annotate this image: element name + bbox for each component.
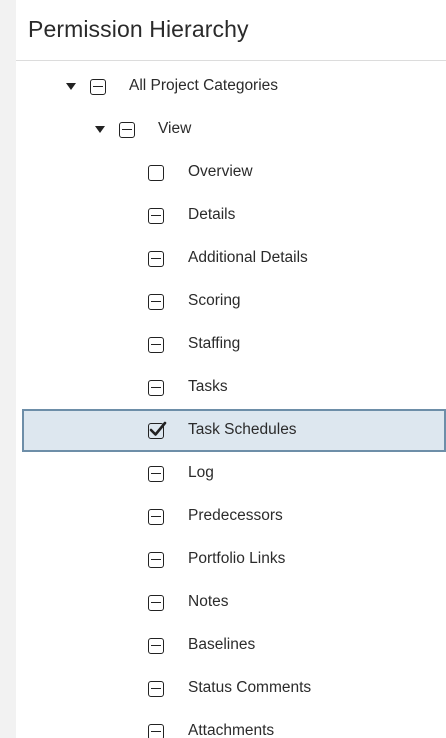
tree-leaf-label: Baselines — [188, 636, 256, 653]
tree-node-view[interactable]: View — [16, 108, 446, 151]
tree-node-all-project-categories[interactable]: All Project Categories — [16, 65, 446, 108]
partial-checkbox-icon[interactable] — [148, 294, 164, 310]
tree-node-label: View — [158, 120, 192, 137]
tree-leaf-label: Overview — [188, 163, 253, 180]
tree-leaf-label: Details — [188, 206, 236, 223]
partial-checkbox-icon[interactable] — [148, 337, 164, 353]
tree-leaf-overview[interactable]: Overview — [16, 151, 446, 194]
tree-leaf-label: Tasks — [188, 378, 228, 395]
tree-leaf-attachments[interactable]: Attachments — [16, 710, 446, 738]
partial-checkbox-icon[interactable] — [148, 638, 164, 654]
partial-checkbox-icon[interactable] — [148, 509, 164, 525]
tree-leaf-label: Staffing — [188, 335, 241, 352]
tree-leaf-label: Portfolio Links — [188, 550, 286, 567]
partial-checkbox-icon[interactable] — [90, 79, 106, 95]
tree-leaf-label: Status Comments — [188, 679, 312, 696]
tree-leaf-notes[interactable]: Notes — [16, 581, 446, 624]
caret-down-icon[interactable] — [95, 126, 105, 133]
tree-node-label: All Project Categories — [129, 77, 279, 94]
tree-leaf-label: Scoring — [188, 292, 241, 309]
partial-checkbox-icon[interactable] — [148, 724, 164, 738]
partial-checkbox-icon[interactable] — [148, 208, 164, 224]
tree-leaf-label: Task Schedules — [188, 421, 297, 438]
tree-leaf-status-comments[interactable]: Status Comments — [16, 667, 446, 710]
partial-checkbox-icon[interactable] — [148, 681, 164, 697]
tree-leaf-label: Log — [188, 464, 214, 481]
permission-hierarchy-panel: Permission Hierarchy All Project Categor… — [16, 0, 446, 738]
tree-leaf-tasks[interactable]: Tasks — [16, 366, 446, 409]
panel-header: Permission Hierarchy — [16, 0, 446, 61]
partial-checkbox-icon[interactable] — [148, 595, 164, 611]
tree-leaf-predecessors[interactable]: Predecessors — [16, 495, 446, 538]
tree-leaf-additional-details[interactable]: Additional Details — [16, 237, 446, 280]
tree-leaf-portfolio-links[interactable]: Portfolio Links — [16, 538, 446, 581]
tree-leaf-staffing[interactable]: Staffing — [16, 323, 446, 366]
partial-checkbox-icon[interactable] — [148, 552, 164, 568]
tree-leaf-label: Attachments — [188, 722, 275, 738]
partial-checkbox-icon[interactable] — [148, 251, 164, 267]
page-title: Permission Hierarchy — [28, 16, 249, 42]
empty-checkbox-icon[interactable] — [148, 165, 164, 181]
checked-checkbox-icon[interactable] — [148, 421, 167, 439]
partial-checkbox-icon[interactable] — [148, 380, 164, 396]
tree-leaf-label: Additional Details — [188, 249, 308, 266]
tree-leaf-scoring[interactable]: Scoring — [16, 280, 446, 323]
tree-leaf-task-schedules[interactable]: Task Schedules — [22, 409, 446, 452]
tree-leaf-log[interactable]: Log — [16, 452, 446, 495]
tree-leaf-details[interactable]: Details — [16, 194, 446, 237]
partial-checkbox-icon[interactable] — [119, 122, 135, 138]
tree-leaf-label: Notes — [188, 593, 229, 610]
caret-down-icon[interactable] — [66, 83, 76, 90]
tree-leaf-baselines[interactable]: Baselines — [16, 624, 446, 667]
tree-leaf-label: Predecessors — [188, 507, 283, 524]
partial-checkbox-icon[interactable] — [148, 466, 164, 482]
